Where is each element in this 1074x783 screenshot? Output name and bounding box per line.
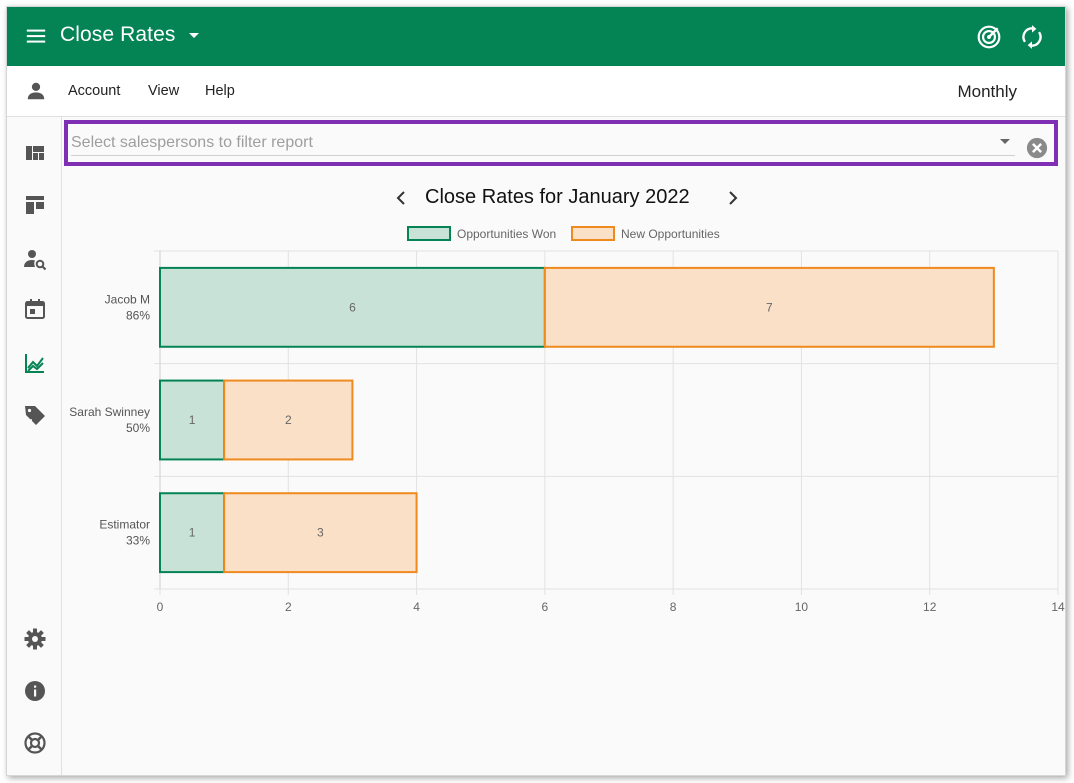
y-category-rate: 86%: [126, 308, 150, 322]
y-category-rate: 33%: [126, 534, 150, 548]
x-tick-label: 10: [795, 600, 809, 614]
y-category-label: Jacob M: [105, 292, 150, 306]
bar-value-label: 7: [766, 300, 773, 314]
y-category-label: Estimator: [99, 518, 150, 532]
bar-value-label: 1: [189, 413, 196, 427]
x-tick-label: 12: [923, 600, 937, 614]
x-tick-label: 4: [413, 600, 420, 614]
app-window: Close Rates Account View Help Monthly Se…: [6, 6, 1066, 776]
x-tick-label: 14: [1051, 600, 1065, 614]
bar-value-label: 6: [349, 300, 356, 314]
x-tick-label: 2: [285, 600, 292, 614]
bar-value-label: 2: [285, 413, 292, 427]
bar-value-label: 3: [317, 526, 324, 540]
x-tick-label: 6: [542, 600, 549, 614]
bar-value-label: 1: [189, 526, 196, 540]
x-tick-label: 8: [670, 600, 677, 614]
close-rates-chart: 0 2 4 6 8 10 12 146 7Jacob M86%1 2Sarah Swinney50…: [69, 250, 1065, 614]
y-category-label: Sarah Swinney: [69, 405, 150, 419]
y-category-rate: 50%: [126, 421, 150, 435]
x-tick-label: 0: [157, 600, 164, 614]
